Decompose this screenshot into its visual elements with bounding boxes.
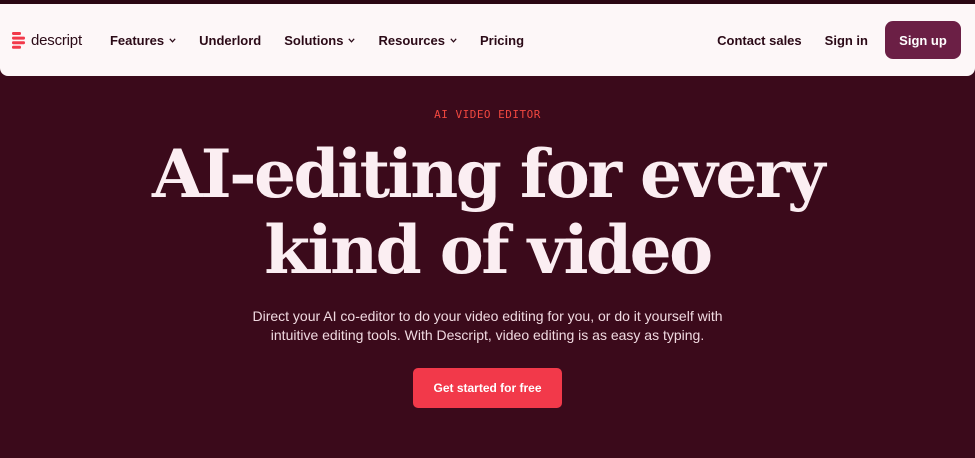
descript-logo-icon xyxy=(12,31,25,49)
hero-headline: AI-editing for every kind of video xyxy=(0,136,975,288)
brand-logo[interactable]: descript xyxy=(12,31,82,49)
hero-headline-line-1: AI-editing for every xyxy=(152,135,825,213)
brand-name: descript xyxy=(31,31,82,49)
hero-subtitle-line-1: Direct your AI co-editor to do your vide… xyxy=(252,308,723,324)
nav-item-pricing[interactable]: Pricing xyxy=(480,33,524,48)
hero-eyebrow: AI VIDEO EDITOR xyxy=(434,108,541,121)
primary-nav: Features Underlord Solutions Resources P… xyxy=(110,33,547,48)
contact-sales-link[interactable]: Contact sales xyxy=(717,33,802,48)
nav-item-resources[interactable]: Resources xyxy=(378,32,457,48)
sign-up-button[interactable]: Sign up xyxy=(885,21,961,59)
nav-item-label: Solutions xyxy=(284,32,344,48)
chevron-down-icon xyxy=(169,37,176,43)
chevron-down-icon xyxy=(450,37,457,43)
get-started-button[interactable]: Get started for free xyxy=(413,368,562,408)
nav-item-label: Features xyxy=(109,32,165,48)
hero-subtitle: Direct your AI co-editor to do your vide… xyxy=(0,307,975,345)
nav-item-label: Pricing xyxy=(479,32,525,48)
chevron-down-icon xyxy=(348,37,356,43)
nav-item-label: Underlord xyxy=(199,32,262,48)
nav-item-underlord[interactable]: Underlord xyxy=(199,33,261,48)
hero-headline-line-2: kind of video xyxy=(264,211,713,289)
nav-item-features[interactable]: Features xyxy=(110,33,176,48)
top-navbar: descript Features Underlord Solutions Re… xyxy=(0,4,975,76)
nav-item-solutions[interactable]: Solutions xyxy=(284,32,356,48)
sign-in-link[interactable]: Sign in xyxy=(825,33,868,48)
nav-item-label: Resources xyxy=(378,32,445,48)
hero-subtitle-line-2: intuitive editing tools. With Descript, … xyxy=(270,327,705,343)
nav-actions: Contact sales Sign in Sign up xyxy=(717,21,961,59)
